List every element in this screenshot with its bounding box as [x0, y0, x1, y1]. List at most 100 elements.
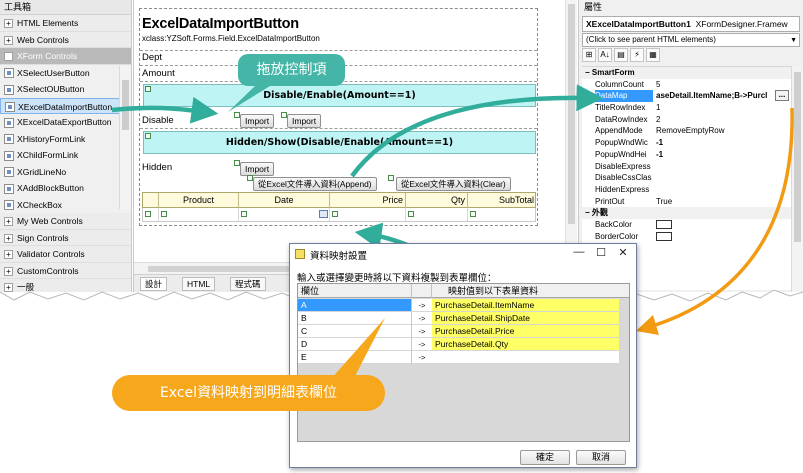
import-button-2[interactable]: Import: [287, 114, 322, 128]
minimize-icon[interactable]: —: [570, 246, 588, 258]
tab-design[interactable]: 設計: [140, 277, 168, 291]
detail-grid-row[interactable]: [142, 208, 536, 222]
toolbox-item-xgridlineno[interactable]: XGridLineNo: [0, 164, 131, 181]
property-value[interactable]: aseDetail.ItemName;B->Purcl: [656, 90, 790, 102]
property-row-printout[interactable]: PrintOut True: [582, 196, 791, 208]
property-value[interactable]: 2: [656, 114, 790, 126]
designer-vertical-scrollbar[interactable]: [565, 0, 577, 262]
expand-icon[interactable]: +: [4, 35, 13, 45]
expand-icon[interactable]: +: [4, 266, 13, 276]
calendar-icon[interactable]: [319, 210, 328, 218]
property-row-titlerowindex[interactable]: TitleRowIndex 1: [582, 102, 791, 114]
events-icon[interactable]: ⚡: [630, 48, 644, 62]
close-icon[interactable]: ✕: [614, 246, 632, 259]
property-value[interactable]: True: [656, 196, 790, 208]
property-row-popupwndwidth[interactable]: PopupWndWic -1: [582, 137, 791, 149]
mapping-target[interactable]: PurchaseDetail.Qty: [432, 338, 619, 351]
property-value[interactable]: -1: [656, 137, 790, 149]
expand-icon[interactable]: +: [4, 283, 13, 292]
grid-cell-product[interactable]: [159, 208, 239, 221]
expand-icon[interactable]: +: [4, 250, 13, 260]
property-row-datarowindex[interactable]: DataRowIndex 2: [582, 114, 791, 126]
tab-code[interactable]: 程式碼: [230, 277, 266, 291]
mapping-target[interactable]: PurchaseDetail.ItemName: [432, 299, 619, 312]
toolbox-item-xchildformlink[interactable]: XChildFormLink: [0, 147, 131, 164]
collapse-icon[interactable]: −: [585, 68, 592, 77]
mapping-row[interactable]: A -> PurchaseDetail.ItemName: [298, 299, 629, 312]
toolbox-item-xhistoryformlink[interactable]: XHistoryFormLink: [0, 131, 131, 148]
property-row-bordercolor[interactable]: BorderColor: [582, 231, 791, 243]
toolbox-group-general[interactable]: + 一般: [0, 279, 131, 292]
parent-elements-selector[interactable]: (Click to see parent HTML elements) ▼: [582, 33, 800, 47]
maximize-icon[interactable]: ☐: [592, 246, 610, 259]
collapse-icon[interactable]: -: [4, 52, 13, 62]
toolbox-group-html-elements[interactable]: + HTML Elements: [0, 15, 131, 32]
property-value[interactable]: [656, 219, 790, 231]
toolbox-item-xexceldataimportbutton[interactable]: XExcelDataImportButton: [0, 97, 131, 114]
expand-icon[interactable]: +: [4, 233, 13, 243]
toolbox-item-xcheckbox[interactable]: XCheckBox: [0, 197, 131, 214]
mapping-row[interactable]: C -> PurchaseDetail.Price: [298, 325, 629, 338]
toolbox-group-sign-controls[interactable]: + Sign Controls: [0, 229, 131, 246]
property-row-backcolor[interactable]: BackColor: [582, 219, 791, 231]
mapping-source[interactable]: C: [298, 325, 412, 338]
property-row-datamap[interactable]: DataMap aseDetail.ItemName;B->Purcl...: [582, 90, 791, 102]
ok-button[interactable]: 確定: [520, 450, 570, 465]
alphabetical-icon[interactable]: A↓: [598, 48, 612, 62]
mapping-target[interactable]: PurchaseDetail.ShipDate: [432, 312, 619, 325]
toolbox-item-xselectuserbutton[interactable]: XSelectUserButton: [0, 65, 131, 82]
cancel-button[interactable]: 取消: [576, 450, 626, 465]
import-button-3[interactable]: Import: [240, 162, 275, 176]
color-swatch[interactable]: [656, 232, 672, 242]
object-selector[interactable]: XExcelDataImportButton1 XFormDesigner.Fr…: [582, 16, 800, 32]
excel-import-append-button[interactable]: 從Excel文件導入資料(Append): [253, 177, 377, 191]
expand-icon[interactable]: +: [4, 217, 13, 227]
toolbox-item-xselectoubutton[interactable]: XSelectOUButton: [0, 81, 131, 98]
categorized-icon[interactable]: ⊞: [582, 48, 596, 62]
toolbox-group-my-web-controls[interactable]: + My Web Controls: [0, 213, 131, 230]
properties-scrollbar[interactable]: [791, 66, 803, 292]
scrollbar-thumb[interactable]: [122, 80, 129, 130]
disable-enable-block[interactable]: Disable/Enable(Amount==1): [143, 84, 536, 107]
grid-cell-price[interactable]: [330, 208, 406, 221]
grid-cell-date[interactable]: [239, 208, 330, 221]
scrollbar-thumb[interactable]: [568, 4, 575, 224]
properties-icon[interactable]: ▤: [614, 48, 628, 62]
mapping-row[interactable]: D -> PurchaseDetail.Qty: [298, 338, 629, 351]
scrollbar-thumb[interactable]: [794, 72, 801, 242]
ellipsis-button[interactable]: ...: [775, 90, 789, 102]
grid-cell-qty[interactable]: [406, 208, 468, 221]
property-category-appearance[interactable]: − 外觀: [582, 207, 791, 219]
property-row-hiddenexpress[interactable]: HiddenExpress: [582, 184, 791, 196]
property-row-appendmode[interactable]: AppendMode RemoveEmptyRow: [582, 125, 791, 137]
mapping-source[interactable]: B: [298, 312, 412, 325]
hidden-show-block[interactable]: Hidden/Show(Disable/Enable(Amount==1): [143, 131, 536, 154]
mapping-table[interactable]: 欄位 映射值到以下表單資料 A -> PurchaseDetail.ItemNa…: [297, 283, 630, 442]
mapping-source[interactable]: A: [298, 299, 412, 312]
toolbox-scrollbar[interactable]: [119, 66, 131, 209]
property-row-disableexpress[interactable]: DisableExpress: [582, 161, 791, 173]
mapping-source[interactable]: E: [298, 351, 412, 364]
property-row-disablecssclass[interactable]: DisableCssClas: [582, 172, 791, 184]
excel-import-clear-button[interactable]: 從Excel文件導入資料(Clear): [396, 177, 511, 191]
toolbox-item-xexceldataexportbutton[interactable]: XExcelDataExportButton: [0, 114, 131, 131]
mapping-target[interactable]: [432, 351, 619, 364]
toolbox-group-xform-controls[interactable]: - XForm Controls: [0, 48, 131, 65]
property-value[interactable]: -1: [656, 149, 790, 161]
import-button-1[interactable]: Import: [240, 114, 275, 128]
chevron-down-icon[interactable]: ▼: [790, 35, 797, 47]
property-value[interactable]: 5: [656, 79, 790, 91]
toolbox-group-customcontrols[interactable]: + CustomControls: [0, 262, 131, 279]
property-value[interactable]: [656, 231, 790, 243]
grid-cell-subtotal[interactable]: [468, 208, 536, 221]
tab-html[interactable]: HTML: [182, 277, 216, 291]
expand-icon[interactable]: +: [4, 19, 13, 29]
collapse-icon[interactable]: −: [585, 208, 592, 217]
property-pages-icon[interactable]: ▦: [646, 48, 660, 62]
property-row-columncount[interactable]: ColumnCount 5: [582, 79, 791, 91]
mapping-row[interactable]: B -> PurchaseDetail.ShipDate: [298, 312, 629, 325]
property-value[interactable]: RemoveEmptyRow: [656, 125, 790, 137]
property-category-smartform[interactable]: − SmartForm: [582, 67, 791, 79]
property-row-popupwndheight[interactable]: PopupWndHei -1: [582, 149, 791, 161]
toolbox-group-web-controls[interactable]: + Web Controls: [0, 31, 131, 48]
